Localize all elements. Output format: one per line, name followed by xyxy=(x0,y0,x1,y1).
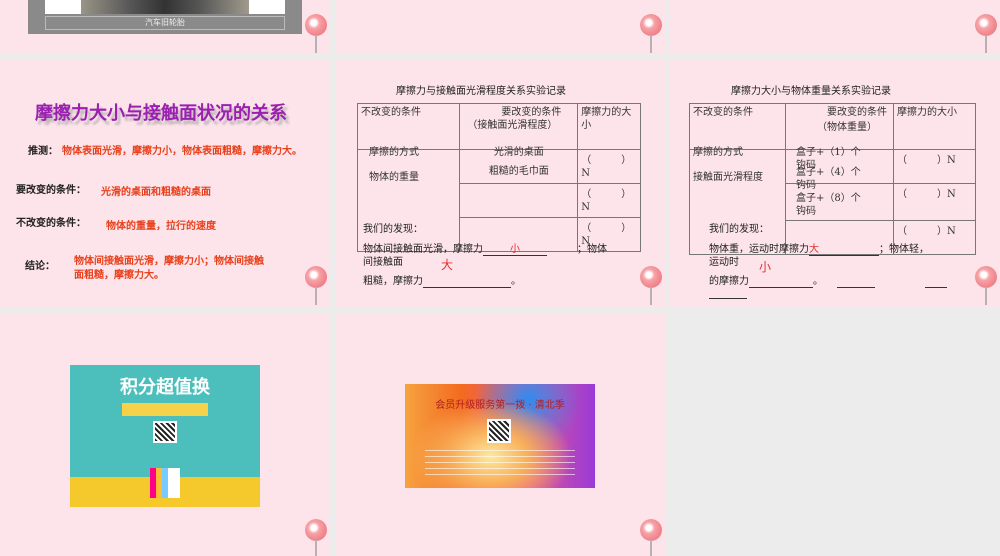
finding-line-3: 粗糙，摩擦力 。 xyxy=(363,276,521,288)
lollipop-icon xyxy=(640,14,662,53)
slide-thumbnail-5[interactable]: 摩擦力与接触面光滑程度关系实验记录 不改变的条件 要改变的条件 （接触面光滑程度）… xyxy=(335,60,665,307)
keep-cell: 摩擦的方式 接触面光滑程度 xyxy=(689,147,786,255)
finding-line-1: 物体重，运动时摩擦力大 ；物体轻， xyxy=(709,240,929,256)
ad-title: 积分超值换 xyxy=(120,377,210,398)
finding-label: 我们的发现： xyxy=(709,224,769,235)
lollipop-icon xyxy=(305,519,327,556)
finding-label: 我们的发现： xyxy=(363,224,423,235)
keep-label: 不改变的条件： xyxy=(16,218,86,229)
photo-frame: 汽车旧轮胎 xyxy=(28,0,302,34)
header-change: 要改变的条件 （接触面光滑程度） xyxy=(459,103,579,150)
slide-thumbnail-7[interactable]: 积分超值换 xyxy=(0,313,330,556)
slide-title: 摩擦力大小与接触面状况的关系 xyxy=(35,103,287,124)
guess-text: 物体表面光滑，摩擦力小，物体表面粗糙，摩擦力大。 xyxy=(62,146,302,157)
finding-line-2: 运动时 xyxy=(709,257,739,268)
change-cell: 光滑的桌面 粗糙的毛巾面 xyxy=(459,147,579,184)
finding-line-3: 的摩擦力 。 xyxy=(709,272,947,288)
lollipop-icon xyxy=(640,519,662,556)
slide-thumbnail-6[interactable]: 摩擦力大小与物体重量关系实验记录 不改变的条件 要改变的条件 （物体重量） 摩擦力… xyxy=(670,60,1000,307)
keep-text: 物体的重量，拉行的速度 xyxy=(106,221,216,232)
empty-cell xyxy=(459,183,579,218)
header-force: 摩擦力的大小 xyxy=(893,103,976,150)
points-exchange-ad: 积分超值换 xyxy=(70,365,260,507)
change-text: 光滑的桌面和粗糙的桌面 xyxy=(101,187,211,198)
force-cell: （ ）N xyxy=(577,149,641,184)
conclusion-label: 结论： xyxy=(25,261,55,272)
change-cell: 盒子+（4）个钩码 盒子+（8）个钩码 xyxy=(785,167,894,221)
finding-line-2: 间接触面 xyxy=(363,257,403,268)
slide-thumbnail-3[interactable] xyxy=(670,0,1000,54)
slide-title: 摩擦力大小与物体重量关系实验记录 xyxy=(731,86,891,97)
conclusion-line-2: 面粗糙，摩擦力大。 xyxy=(74,270,164,281)
slide-thumbnail-8[interactable]: 会员升级服务第一拨 · 清北季 xyxy=(335,313,665,556)
keep-cell: 摩擦的方式 物体的重量 xyxy=(356,147,461,252)
tire-photo xyxy=(45,0,285,14)
lollipop-icon xyxy=(305,266,327,305)
lollipop-icon xyxy=(640,266,662,305)
guess-label: 推测： xyxy=(28,146,58,157)
force-cell: （ ）N xyxy=(893,149,976,184)
answer-2: 大 xyxy=(441,258,454,272)
qr-code-icon xyxy=(153,421,177,443)
qr-code-icon xyxy=(487,419,511,443)
blank-line xyxy=(709,298,747,299)
slide-title: 摩擦力与接触面光滑程度关系实验记录 xyxy=(396,86,566,97)
change-label: 要改变的条件： xyxy=(16,185,86,196)
slide-thumbnail-1[interactable]: 汽车旧轮胎 xyxy=(0,0,330,54)
lollipop-icon xyxy=(975,14,997,53)
membership-ad: 会员升级服务第一拨 · 清北季 xyxy=(405,384,595,488)
header-change: 要改变的条件 （物体重量） xyxy=(785,103,894,150)
conclusion-line-1: 物体间接触面光滑，摩擦力小；物体间接触 xyxy=(74,256,264,267)
slide-thumbnail-4[interactable]: 摩擦力大小与接触面状况的关系 推测： 物体表面光滑，摩擦力小，物体表面粗糙，摩擦… xyxy=(0,60,330,307)
ad-title: 会员升级服务第一拨 · 清北季 xyxy=(435,400,565,411)
force-cell: （ ）N xyxy=(893,183,976,221)
lollipop-icon xyxy=(975,266,997,305)
header-keep: 不改变的条件 xyxy=(356,103,461,150)
lollipop-icon xyxy=(305,14,327,53)
header-keep: 不改变的条件 xyxy=(689,103,786,150)
photo-caption: 汽车旧轮胎 xyxy=(45,16,285,30)
force-cell: （ ）N xyxy=(577,183,641,218)
header-force: 摩擦力的大小 xyxy=(577,103,641,150)
slide-thumbnail-2[interactable] xyxy=(335,0,665,54)
